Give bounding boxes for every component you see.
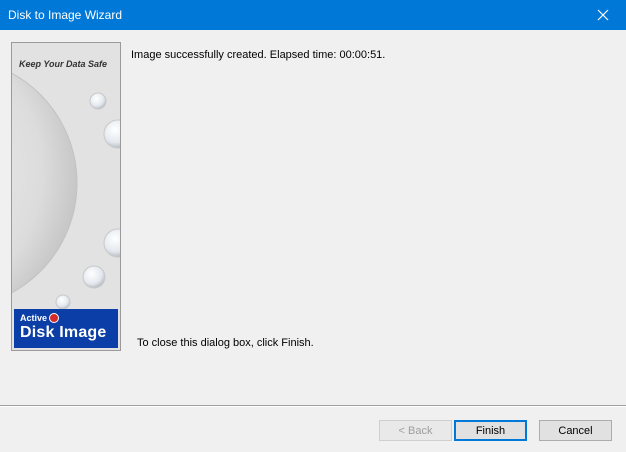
product-logo: Active Disk Image (14, 309, 118, 348)
cancel-button[interactable]: Cancel (539, 420, 612, 441)
title-bar: Disk to Image Wizard (0, 0, 626, 30)
finish-button[interactable]: Finish (454, 420, 527, 441)
banner-artwork (12, 43, 120, 350)
footer-divider (0, 405, 626, 407)
status-message: Image successfully created. Elapsed time… (131, 49, 386, 61)
close-button[interactable] (580, 0, 626, 30)
wizard-banner: Keep Your Data Safe Active Disk Image (11, 42, 121, 351)
shield-icon (49, 313, 60, 323)
close-icon (597, 9, 609, 21)
banner-tagline: Keep Your Data Safe (19, 59, 108, 69)
logo-small-text: Active (20, 313, 48, 323)
window-title: Disk to Image Wizard (8, 8, 123, 22)
back-button[interactable]: < Back (379, 420, 452, 441)
close-hint: To close this dialog box, click Finish. (137, 337, 314, 349)
logo-big-text: Disk Image (20, 324, 107, 341)
